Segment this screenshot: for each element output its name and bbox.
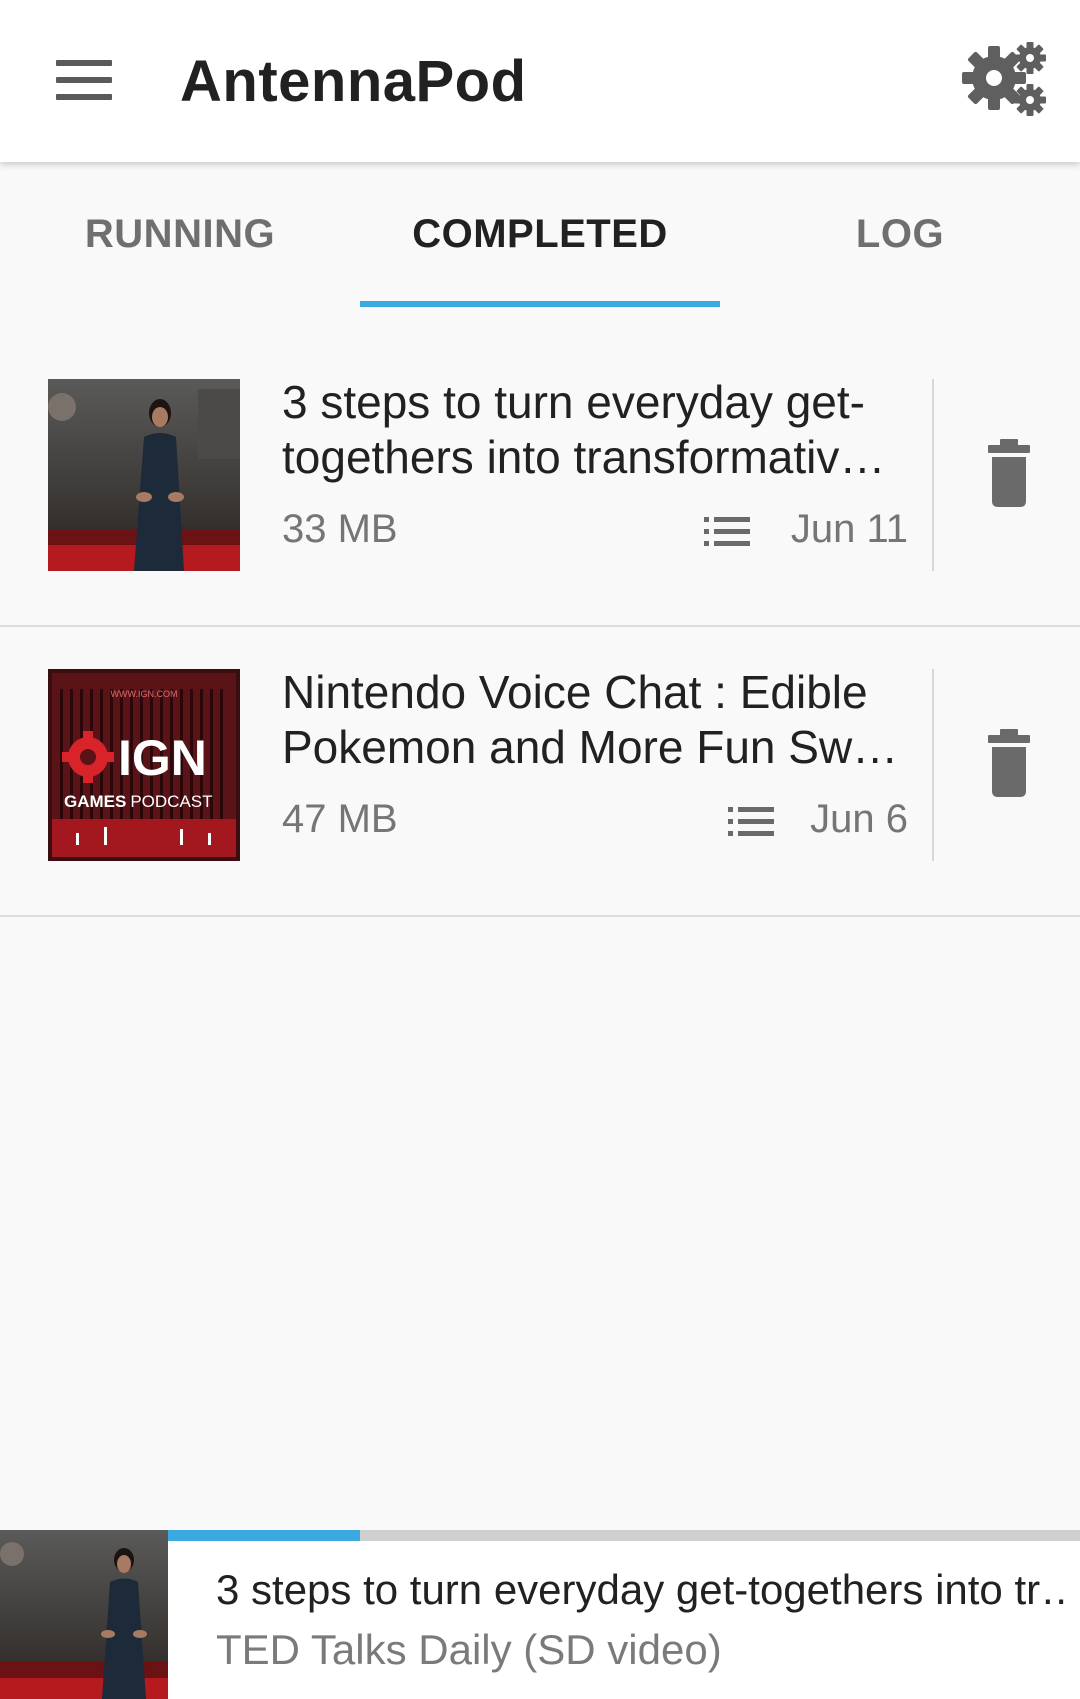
file-size: 33 MB	[282, 507, 398, 551]
list-item[interactable]: 3 steps to turn everyday get-togethers i…	[0, 337, 1080, 627]
player-thumbnail	[0, 1530, 168, 1699]
trash-icon[interactable]	[968, 433, 1050, 515]
episode-title: Nintendo Voice Chat : Edible Pokemon and…	[282, 666, 899, 773]
list-item[interactable]: WWW.IGN.COM IGN GAMES PODCAST Nintendo Vo…	[0, 627, 1080, 917]
episode-title: 3 steps to turn everyday get-togethers i…	[282, 376, 886, 483]
playback-progress-bar[interactable]	[168, 1530, 1080, 1541]
file-size: 47 MB	[282, 797, 398, 841]
mini-player[interactable]: 3 steps to turn everyday get-togethers i…	[0, 1530, 1080, 1699]
cover-caption: GAMES PODCAST	[64, 792, 213, 811]
cover-site-text: WWW.IGN.COM	[111, 689, 178, 699]
item-divider	[932, 379, 934, 571]
cover-logo-text: IGN	[118, 730, 207, 786]
row-divider	[0, 915, 1080, 917]
list-icon	[728, 805, 776, 839]
list-icon	[704, 515, 752, 549]
app-title: AntennaPod	[180, 49, 527, 114]
app-bar: AntennaPod	[0, 0, 1080, 162]
tab-completed[interactable]: COMPLETED	[360, 212, 720, 272]
episode-thumbnail	[48, 379, 240, 571]
episode-thumbnail: WWW.IGN.COM IGN GAMES PODCAST	[48, 669, 240, 861]
player-episode-title: 3 steps to turn everyday get-togethers i…	[216, 1566, 1066, 1613]
episode-date: Jun 11	[790, 507, 908, 551]
gears-icon[interactable]	[960, 40, 1050, 120]
tab-log[interactable]: LOG	[720, 212, 1080, 272]
trash-icon[interactable]	[968, 723, 1050, 805]
tab-bar: RUNNING COMPLETED LOG	[0, 162, 1080, 308]
hamburger-menu-icon[interactable]	[42, 46, 126, 112]
playback-progress-fill	[168, 1530, 360, 1541]
tab-running[interactable]: RUNNING	[0, 212, 360, 272]
episode-date: Jun 6	[810, 797, 908, 841]
item-divider	[932, 669, 934, 861]
player-podcast-title: TED Talks Daily (SD video)	[216, 1626, 722, 1673]
active-tab-indicator	[360, 301, 720, 307]
